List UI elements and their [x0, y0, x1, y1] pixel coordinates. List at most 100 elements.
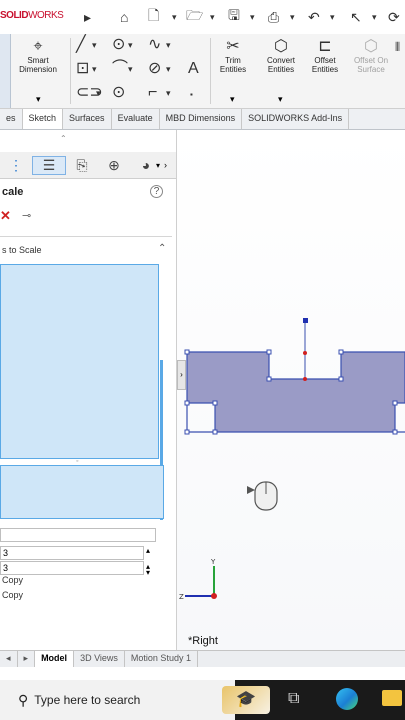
- print-icon[interactable]: ⎙: [268, 7, 279, 27]
- vertex-handle[interactable]: [266, 376, 272, 382]
- fillet-dropdown-icon[interactable]: ▾: [166, 84, 171, 102]
- tab-3d-views[interactable]: 3D Views: [74, 651, 125, 667]
- spline-icon[interactable]: ∿: [148, 36, 161, 54]
- vertex-handle[interactable]: [184, 349, 190, 355]
- circle-dropdown-icon[interactable]: ▾: [128, 36, 133, 54]
- tab-sketch[interactable]: Sketch: [22, 109, 64, 129]
- tab-motion-study[interactable]: Motion Study 1: [125, 651, 198, 667]
- scale-factor-field[interactable]: [0, 528, 156, 542]
- open-folder-icon[interactable]: 🗁: [186, 7, 203, 27]
- vertex-handle[interactable]: [392, 429, 398, 435]
- tab-scroll-left-icon[interactable]: ◂: [0, 651, 18, 667]
- undo-dropdown-icon[interactable]: ▾: [330, 7, 335, 27]
- vertex-handle[interactable]: [338, 376, 344, 382]
- edge-browser-icon[interactable]: [336, 688, 358, 710]
- copy-checkbox-label-2[interactable]: Copy: [2, 590, 23, 600]
- svg-text:Y: Y: [210, 558, 216, 566]
- rectangle-icon[interactable]: ⊡: [76, 60, 89, 78]
- trim-entities-button[interactable]: ✂ Trim Entities: [214, 38, 252, 74]
- vertex-handle[interactable]: [338, 349, 344, 355]
- sketch-button-partial[interactable]: [0, 34, 11, 108]
- tab-surfaces[interactable]: Surfaces: [63, 109, 112, 129]
- copy-count-field-2[interactable]: 3: [0, 561, 144, 575]
- task-view-icon[interactable]: ⧉: [288, 690, 299, 708]
- trim-icon: ✂: [226, 38, 240, 55]
- save-icon[interactable]: 🖫: [228, 7, 240, 27]
- panel-tabs-dropdown-icon[interactable]: ▾: [156, 161, 160, 170]
- offset-entities-button[interactable]: ⊏ Offset Entities: [304, 38, 346, 74]
- copy-count-field-1[interactable]: 3: [0, 546, 144, 560]
- vertex-handle[interactable]: [266, 349, 272, 355]
- smart-dimension-dropdown-icon[interactable]: ▾: [36, 94, 41, 105]
- rebuild-icon[interactable]: ⟳: [388, 7, 400, 27]
- offset-icon: ⊏: [318, 38, 332, 55]
- ribbon-divider: [210, 38, 211, 104]
- feature-tree-icon[interactable]: ⋮: [0, 157, 32, 174]
- arc-icon[interactable]: ⌒: [112, 60, 128, 78]
- pushpin-icon[interactable]: ⊸: [22, 209, 31, 222]
- tab-mbd-dimensions[interactable]: MBD Dimensions: [160, 109, 243, 129]
- section-collapse-icon[interactable]: ⌃: [158, 243, 166, 254]
- help-icon[interactable]: ?: [150, 185, 163, 198]
- copy-checkbox-label-1[interactable]: Copy: [2, 575, 23, 585]
- line-icon[interactable]: ╱: [76, 36, 86, 54]
- property-manager-icon[interactable]: ☰: [32, 155, 66, 175]
- panel-collapse-icon[interactable]: ⌃: [60, 134, 67, 143]
- point-icon[interactable]: ▪: [190, 86, 193, 104]
- tab-features[interactable]: es: [0, 109, 23, 129]
- line-dropdown-icon[interactable]: ▾: [92, 36, 97, 54]
- new-dropdown-icon[interactable]: ▾: [172, 7, 177, 27]
- spinner-icon[interactable]: ▴: [146, 546, 150, 555]
- panel-tabs-scroll-icon[interactable]: ›: [164, 160, 167, 170]
- cancel-icon[interactable]: ✕: [0, 208, 11, 224]
- rectangle-dropdown-icon[interactable]: ▾: [92, 60, 97, 78]
- trim-dropdown-icon[interactable]: ▾: [230, 94, 235, 105]
- graduation-cap-icon[interactable]: 🎓: [222, 686, 270, 714]
- polygon-icon[interactable]: ⊙: [112, 84, 125, 102]
- solidworks-logo[interactable]: SOLIDWORKS: [0, 10, 64, 21]
- tab-model[interactable]: Model: [35, 651, 75, 667]
- home-icon[interactable]: ⌂: [120, 7, 128, 27]
- vertex-handle[interactable]: [212, 400, 218, 406]
- open-dropdown-icon[interactable]: ▾: [210, 7, 215, 27]
- tab-solidworks-addins[interactable]: SOLIDWORKS Add-Ins: [242, 109, 350, 129]
- select-icon[interactable]: ↖: [350, 7, 362, 27]
- text-icon[interactable]: A: [188, 60, 199, 78]
- taskbar-search[interactable]: ⚲ Type here to search: [0, 680, 235, 720]
- circle-icon[interactable]: ⊙: [112, 36, 125, 54]
- convert-dropdown-icon[interactable]: ▾: [278, 94, 283, 105]
- base-point-selection-box[interactable]: [0, 465, 164, 519]
- resize-handle-icon[interactable]: ◦: [76, 458, 78, 465]
- arc-dropdown-icon[interactable]: ▾: [128, 60, 133, 78]
- spline-dropdown-icon[interactable]: ▾: [166, 36, 171, 54]
- entities-to-scale-selection-box[interactable]: [0, 264, 159, 459]
- file-explorer-icon[interactable]: [382, 690, 402, 706]
- endpoint-handle[interactable]: [303, 318, 308, 323]
- vertex-handle[interactable]: [212, 429, 218, 435]
- vertex-handle[interactable]: [184, 400, 190, 406]
- ellipse-icon[interactable]: ⊘: [148, 60, 161, 78]
- spinner-icon[interactable]: ▾: [146, 568, 150, 577]
- print-dropdown-icon[interactable]: ▾: [290, 7, 295, 27]
- dimxpert-icon[interactable]: ⊕: [98, 157, 130, 174]
- tab-evaluate[interactable]: Evaluate: [112, 109, 160, 129]
- ellipse-dropdown-icon[interactable]: ▾: [166, 60, 171, 78]
- offset-on-surface-button[interactable]: ⬡ Offset On Surface: [350, 38, 392, 74]
- new-document-icon[interactable]: 🗋: [148, 7, 159, 27]
- convert-icon: ⬡: [274, 38, 288, 55]
- sketch-canvas[interactable]: Y Z: [177, 130, 405, 650]
- save-dropdown-icon[interactable]: ▾: [250, 7, 255, 27]
- vertex-handle[interactable]: [184, 429, 190, 435]
- configuration-manager-icon[interactable]: ⎘: [66, 157, 98, 174]
- vertex-handle[interactable]: [392, 400, 398, 406]
- fillet-icon[interactable]: ⌐: [148, 84, 157, 102]
- menu-arrow-icon[interactable]: ▸: [84, 7, 91, 27]
- tab-scroll-right-icon[interactable]: ▸: [18, 651, 36, 667]
- mirror-icon[interactable]: ⫴: [395, 38, 405, 56]
- convert-entities-button[interactable]: ⬡ Convert Entities: [260, 38, 302, 74]
- slot-dropdown-icon[interactable]: ▾: [96, 84, 101, 102]
- undo-icon[interactable]: ↶: [308, 7, 320, 27]
- select-dropdown-icon[interactable]: ▾: [372, 7, 377, 27]
- sketch-profile[interactable]: [186, 351, 405, 433]
- smart-dimension-button[interactable]: ⌖ Smart Dimension: [12, 38, 64, 74]
